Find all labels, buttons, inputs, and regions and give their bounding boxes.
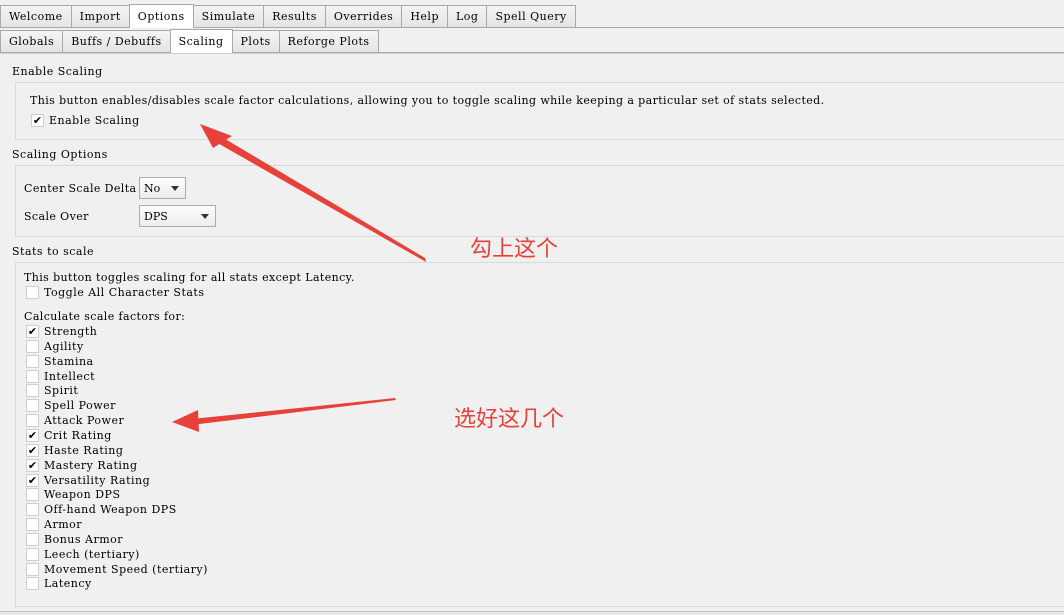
stat-label: Leech (tertiary) (44, 547, 140, 561)
stats-title: Stats to scale (12, 245, 95, 258)
bottom-border (0, 611, 1064, 615)
scaling-options-title: Scaling Options (12, 148, 108, 161)
stat-label: Latency (44, 577, 92, 591)
toggle-all-label: Toggle All Character Stats (44, 286, 205, 299)
checkbox-box[interactable] (26, 339, 39, 353)
stat-label: Bonus Armor (44, 532, 124, 546)
stat-checkbox-row[interactable]: ✔ Crit Rating (26, 428, 112, 442)
enable-scaling-label: Enable Scaling (49, 114, 140, 127)
stat-checkbox-row[interactable]: ✔ Haste Rating (26, 443, 124, 457)
checkbox-box[interactable] (26, 488, 39, 502)
tab-overrides[interactable]: Overrides (324, 5, 403, 27)
subtab-plots[interactable]: Plots (231, 30, 280, 52)
scale-over-select[interactable]: DPS (139, 205, 216, 227)
checkbox-box[interactable]: ✔ (26, 458, 39, 472)
scale-over-value: DPS (144, 209, 168, 223)
tab-log[interactable]: Log (447, 5, 488, 27)
checkbox-box[interactable]: ✔ (26, 325, 39, 338)
checkbox-box[interactable] (26, 532, 39, 546)
checkbox-box[interactable]: ✔ (26, 443, 39, 457)
sub-tab-bar: Globals Buffs / Debuffs Scaling Plots Re… (0, 29, 1064, 53)
scale-over-label: Scale Over (24, 210, 89, 223)
toggle-all-stats-checkbox[interactable]: Toggle All Character Stats (26, 286, 205, 299)
stat-label: Intellect (44, 369, 95, 383)
subtab-scaling[interactable]: Scaling (169, 29, 233, 53)
checkbox-box[interactable] (26, 562, 39, 576)
stat-label: Attack Power (44, 414, 125, 428)
stat-checkbox-row[interactable]: Leech (tertiary) (26, 547, 140, 561)
enable-scaling-group: This button enables/disables scale facto… (15, 82, 1064, 140)
stat-checkbox-row[interactable]: Bonus Armor (26, 532, 124, 546)
checkbox-box[interactable] (26, 503, 39, 517)
stat-label: Crit Rating (44, 428, 112, 442)
stat-checkbox-row[interactable]: ✔ Mastery Rating (26, 458, 138, 472)
enable-scaling-title: Enable Scaling (12, 65, 103, 78)
stat-checkbox-row[interactable]: Movement Speed (tertiary) (26, 562, 208, 576)
tab-welcome[interactable]: Welcome (0, 5, 72, 27)
checkbox-box[interactable] (26, 399, 39, 413)
stat-checkbox-row[interactable]: Intellect (26, 369, 95, 383)
stat-label: Spirit (44, 384, 79, 398)
checkbox-box[interactable] (26, 369, 39, 383)
checkbox-box[interactable] (26, 577, 39, 591)
main-tab-bar: Welcome Import Options Simulate Results … (0, 4, 1064, 28)
stat-checkbox-row[interactable]: Latency (26, 577, 92, 591)
stat-checkbox-row[interactable]: Weapon DPS (26, 488, 121, 502)
center-scale-delta-value: No (144, 181, 161, 195)
stat-checkbox-row[interactable]: Armor (26, 518, 83, 532)
stat-checkbox-row[interactable]: Stamina (26, 354, 94, 368)
stat-label: Movement Speed (tertiary) (44, 562, 208, 576)
stat-label: Haste Rating (44, 443, 124, 457)
chevron-down-icon (171, 186, 179, 191)
stat-label: Weapon DPS (44, 488, 121, 502)
tab-simulate[interactable]: Simulate (192, 5, 265, 27)
tab-spell-query[interactable]: Spell Query (486, 5, 576, 27)
checkbox-box[interactable] (26, 384, 39, 398)
stats-group: This button toggles scaling for all stat… (15, 262, 1064, 607)
checkbox-box[interactable]: ✔ (31, 114, 44, 127)
stat-label: Armor (44, 518, 83, 532)
enable-scaling-description: This button enables/disables scale facto… (30, 94, 825, 107)
stat-label: Stamina (44, 354, 94, 368)
calc-label: Calculate scale factors for: (24, 310, 186, 323)
center-scale-delta-select[interactable]: No (139, 177, 186, 199)
chevron-down-icon (201, 214, 209, 219)
stat-label: Agility (44, 339, 84, 353)
stat-label: Versatility Rating (44, 473, 151, 487)
stat-label: Mastery Rating (44, 458, 138, 472)
annotation-bottom-text: 选好这几个 (454, 407, 565, 432)
subtab-reforge-plots[interactable]: Reforge Plots (278, 30, 379, 52)
stat-checkbox-row[interactable]: Off-hand Weapon DPS (26, 503, 177, 517)
stat-checkbox-row[interactable]: ✔ Versatility Rating (26, 473, 151, 487)
checkbox-box[interactable] (26, 286, 39, 299)
stat-checkbox-row[interactable]: Spirit (26, 384, 79, 398)
enable-scaling-checkbox[interactable]: ✔ Enable Scaling (31, 114, 140, 127)
scaling-panel: Enable Scaling This button enables/disab… (0, 53, 1064, 611)
stat-checkbox-row[interactable]: ✔ Strength (26, 325, 97, 338)
scaling-options-group: Center Scale Delta No Scale Over DPS (15, 165, 1064, 237)
stat-checkbox-row[interactable]: Attack Power (26, 414, 125, 428)
stat-checkbox-row[interactable]: Spell Power (26, 399, 116, 413)
checkbox-box[interactable]: ✔ (26, 428, 39, 442)
checkbox-box[interactable] (26, 354, 39, 368)
subtab-globals[interactable]: Globals (0, 30, 64, 52)
stat-label: Spell Power (44, 399, 116, 413)
subtab-buffs-debuffs[interactable]: Buffs / Debuffs (62, 30, 171, 52)
tab-results[interactable]: Results (263, 5, 326, 27)
toggle-description: This button toggles scaling for all stat… (24, 271, 355, 284)
tab-import[interactable]: Import (70, 5, 130, 27)
checkbox-box[interactable] (26, 547, 39, 561)
tab-options[interactable]: Options (128, 4, 194, 28)
checkbox-box[interactable]: ✔ (26, 473, 39, 487)
tab-help[interactable]: Help (401, 5, 448, 27)
annotation-top-text: 勾上这个 (470, 237, 559, 262)
center-scale-delta-label: Center Scale Delta (24, 182, 137, 195)
stat-label: Strength (44, 325, 98, 338)
checkbox-box[interactable] (26, 414, 39, 428)
checkbox-box[interactable] (26, 518, 39, 532)
stat-label: Off-hand Weapon DPS (44, 503, 177, 517)
stat-checkbox-row[interactable]: Agility (26, 339, 84, 353)
